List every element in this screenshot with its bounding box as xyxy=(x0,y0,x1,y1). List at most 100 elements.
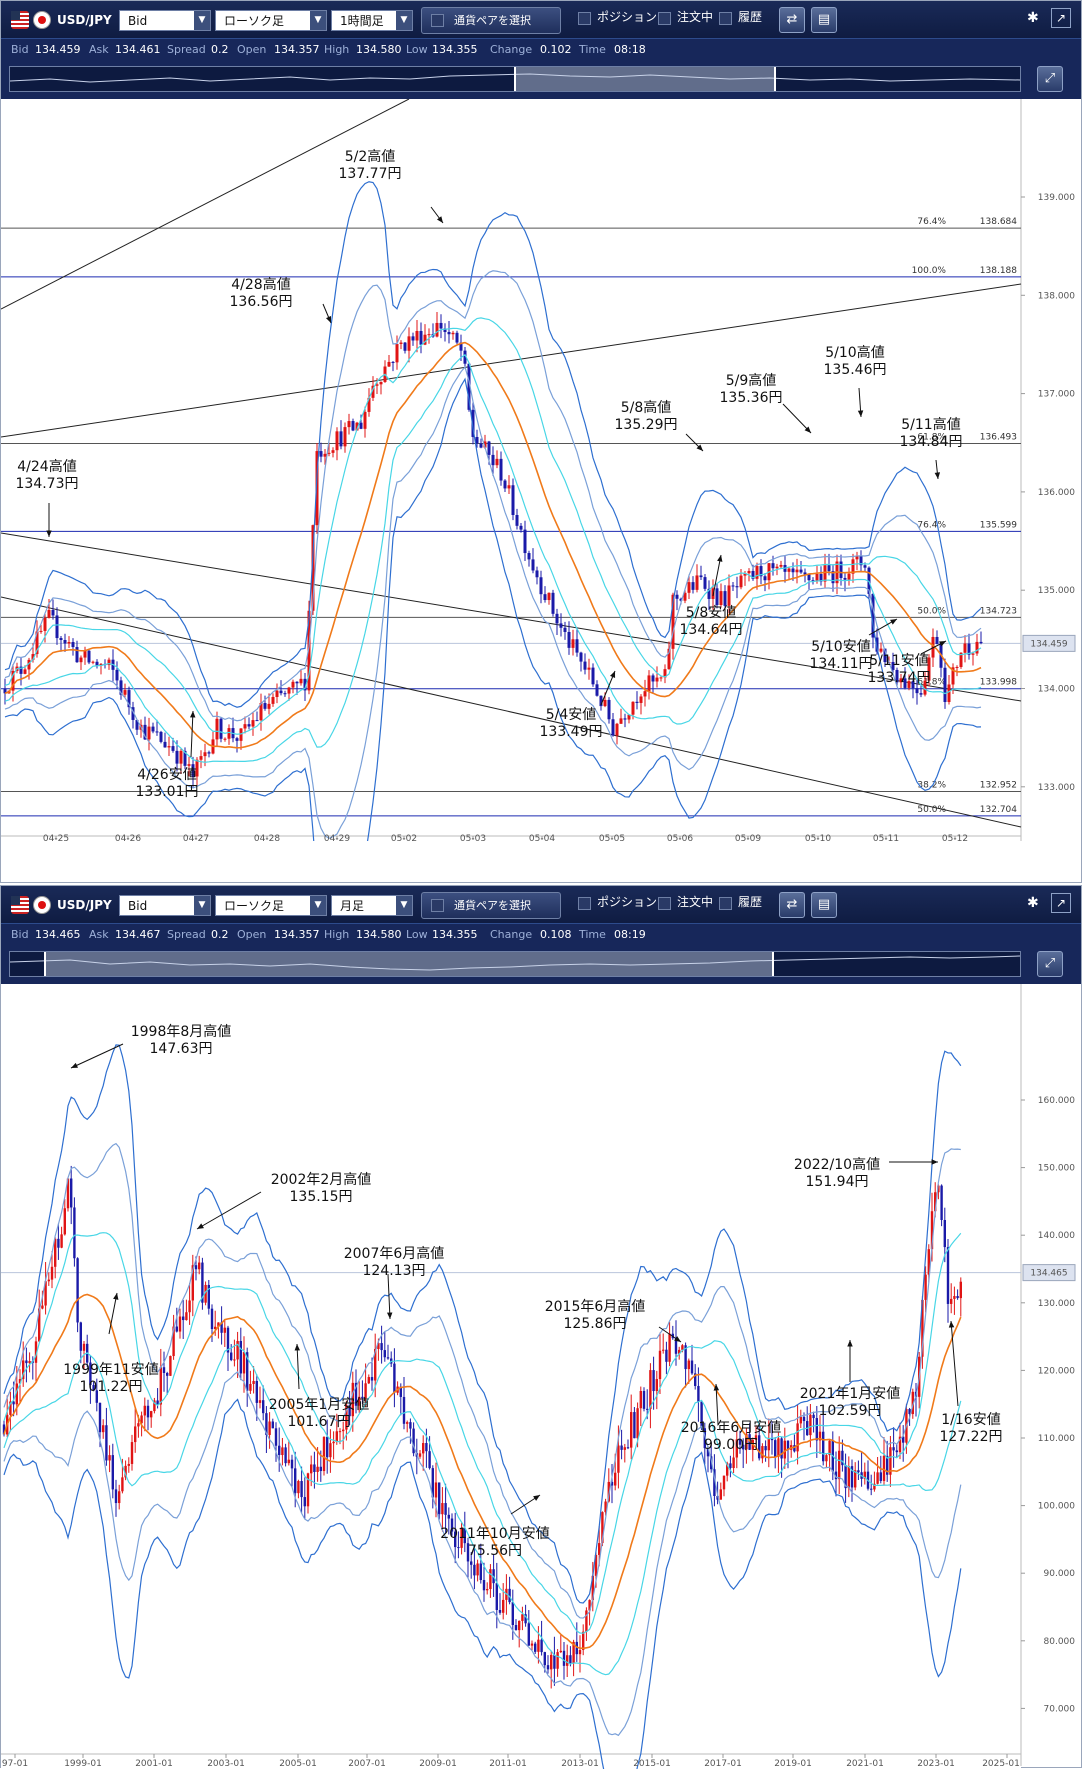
position-label: ポジション xyxy=(597,895,658,909)
annotation-title: 1/16安値 xyxy=(941,1412,1000,1428)
settings-gear-icon[interactable]: ✱ xyxy=(1027,10,1039,26)
candle-body xyxy=(155,731,159,733)
candle-body xyxy=(303,1497,306,1507)
fib-percent-label: 50.0% xyxy=(917,805,946,815)
navigator-bar: ⤢ xyxy=(1,945,1081,984)
y-tick-label: 140.000 xyxy=(1038,1231,1075,1241)
orders-checkbox[interactable] xyxy=(658,12,671,25)
candle-body xyxy=(402,1396,406,1424)
candle-body xyxy=(275,690,279,697)
candle-body xyxy=(879,1472,882,1481)
navigator-bar: ⤢ xyxy=(1,60,1081,99)
chevron-down-icon: ▼ xyxy=(396,896,412,915)
x-tick-label: 05-06 xyxy=(667,834,693,841)
candle-body xyxy=(283,693,287,695)
navigator-window-handle[interactable] xyxy=(514,67,776,91)
chart-type-select[interactable]: ローソク足 ▼ xyxy=(215,10,327,31)
candle-body xyxy=(569,1655,572,1663)
x-tick-label: 2003-01 xyxy=(207,1759,245,1769)
x-tick-label: 05-10 xyxy=(805,834,831,841)
annotation-title: 5/4安値 xyxy=(546,707,597,723)
candle-body xyxy=(406,1422,409,1424)
candle-body xyxy=(946,1247,950,1304)
candle-body xyxy=(255,1381,258,1403)
select-pair-button[interactable]: 通貨ペアを選択 xyxy=(421,7,561,34)
candle-body xyxy=(755,566,759,579)
candle-body xyxy=(322,1436,326,1472)
candle-body xyxy=(771,563,775,569)
candle-body xyxy=(105,1425,108,1461)
hourly-price-chart[interactable]: 76.4% 138.684100.0% 138.18861.8% 136.49376.… xyxy=(1,99,1081,841)
high-label: High xyxy=(324,928,350,941)
candle-body xyxy=(847,573,851,580)
candle-body xyxy=(233,1359,236,1361)
expand-icon[interactable]: ⤢ xyxy=(1037,951,1063,977)
monthly-price-chart[interactable]: 160.000 150.000 140.000 130.000 120.000 110.0… xyxy=(1,984,1081,1769)
candle-body xyxy=(479,443,483,448)
candle-body xyxy=(179,750,183,764)
y-tick-label: 139.000 xyxy=(1038,193,1075,203)
candle-body xyxy=(73,1207,76,1259)
candle-body xyxy=(335,1431,338,1442)
candle-body xyxy=(619,718,623,724)
position-checkbox[interactable] xyxy=(578,897,591,910)
navigator-track[interactable] xyxy=(9,66,1021,92)
candle-body xyxy=(316,1466,319,1472)
candle-body xyxy=(553,1654,556,1669)
candle-body xyxy=(963,643,967,653)
chart-type-select[interactable]: ローソク足 ▼ xyxy=(215,895,327,916)
candle-body xyxy=(63,1208,66,1235)
expand-icon[interactable]: ⤢ xyxy=(1037,66,1063,92)
orders-checkbox[interactable] xyxy=(658,897,671,910)
candle-body xyxy=(646,1408,649,1410)
candle-body xyxy=(194,1265,198,1270)
candle-body xyxy=(41,1305,44,1309)
candle-body xyxy=(543,594,547,601)
navigator-track[interactable] xyxy=(9,951,1021,977)
candle-body xyxy=(729,1463,732,1469)
bid-label: Bid xyxy=(11,43,29,56)
price-type-select[interactable]: Bid ▼ xyxy=(119,895,211,916)
x-tick-label: 04-28 xyxy=(254,834,280,841)
y-tick-label: 110.000 xyxy=(1038,1434,1075,1444)
fib-value-label: 134.723 xyxy=(980,606,1017,616)
candle-body xyxy=(823,565,827,582)
switch-icon[interactable]: ⇄ xyxy=(779,7,805,33)
annotation-value: 134.84円 xyxy=(900,434,963,450)
candle-body xyxy=(571,639,575,648)
select-pair-button[interactable]: 通貨ペアを選択 xyxy=(421,892,561,919)
history-checkbox[interactable] xyxy=(719,12,732,25)
position-checkbox[interactable] xyxy=(578,12,591,25)
popout-icon[interactable]: ↗ xyxy=(1051,893,1071,913)
navigator-window-handle[interactable] xyxy=(44,952,774,976)
candle-body xyxy=(290,1459,294,1469)
switch-icon[interactable]: ⇄ xyxy=(779,892,805,918)
candle-body xyxy=(51,609,55,616)
candle-body xyxy=(615,723,619,736)
candle-body xyxy=(182,1316,185,1321)
candle-body xyxy=(223,738,227,740)
candle-body xyxy=(715,588,719,605)
candle-body xyxy=(67,642,71,644)
timeframe-select[interactable]: 月足 ▼ xyxy=(331,895,413,916)
candle-body xyxy=(339,431,343,447)
window-icon[interactable]: ▤ xyxy=(811,892,837,918)
candle-body xyxy=(137,1423,140,1427)
window-icon[interactable]: ▤ xyxy=(811,7,837,33)
price-type-select[interactable]: Bid ▼ xyxy=(119,10,211,31)
candle-body xyxy=(332,1441,335,1444)
candle-body xyxy=(242,1352,246,1374)
candle-body xyxy=(411,336,415,341)
candle-body xyxy=(159,731,163,742)
x-tick-label: 2017-01 xyxy=(704,1759,742,1769)
candle-body xyxy=(943,667,947,703)
candle-body xyxy=(60,1234,63,1248)
timeframe-select[interactable]: 1時間足 ▼ xyxy=(331,10,413,31)
settings-gear-icon[interactable]: ✱ xyxy=(1027,895,1039,911)
candle-body xyxy=(521,1614,524,1621)
popout-icon[interactable]: ↗ xyxy=(1051,8,1071,28)
candle-body xyxy=(603,699,607,707)
history-checkbox[interactable] xyxy=(719,897,732,910)
high-label: High xyxy=(324,43,350,56)
candle-body xyxy=(215,718,219,740)
